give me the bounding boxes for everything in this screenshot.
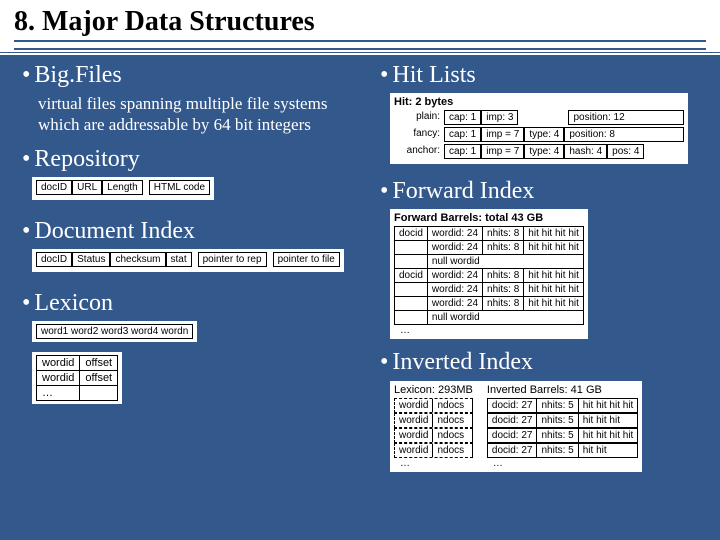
di-checksum: checksum (110, 252, 165, 267)
f01: wordid: 24 (427, 227, 482, 241)
forward-diagram: Forward Barrels: total 43 GB docidwordid… (390, 209, 588, 339)
bigfiles-label: Big.Files (34, 62, 121, 88)
fwd-table: docidwordid: 24nhits: 8hit hit hit hit w… (394, 226, 584, 325)
inv-bar-header: Inverted Barrels: 41 GB (487, 384, 638, 396)
inv-bar-r0: docid: 27nhits: 5hit hit hit hit (487, 398, 638, 413)
hit-fancy-lbl: fancy: (394, 127, 444, 142)
content: •Big.Files virtual files spanning multip… (0, 52, 720, 540)
right-column: •Hit Lists Hit: 2 bytes plain: cap: 1 im… (380, 52, 710, 472)
repository-label: Repository (34, 146, 139, 172)
f30: docid (395, 269, 428, 283)
hit-fancy-c2: type: 4 (524, 127, 564, 142)
bullet-forward: •Forward Index (380, 178, 710, 205)
f33: hit hit hit hit (524, 269, 584, 283)
f11: wordid: 24 (427, 241, 482, 255)
repo-html: HTML code (149, 180, 210, 195)
f12: nhits: 8 (483, 241, 524, 255)
f32: nhits: 8 (483, 269, 524, 283)
f43: hit hit hit hit (524, 283, 584, 297)
f61: null wordid (427, 311, 583, 325)
inv-lex-header: Lexicon: 293MB (394, 384, 473, 396)
inv-bar-r2: docid: 27nhits: 5hit hit hit hit (487, 428, 638, 443)
inv-lex-r2: wordidndocs (394, 428, 473, 443)
inverted-label: Inverted Index (392, 349, 533, 375)
di-ptr-file: pointer to file (273, 252, 340, 267)
fwd-header: Forward Barrels: total 43 GB (394, 212, 584, 226)
di-docid: docID (36, 252, 72, 267)
f31: wordid: 24 (427, 269, 482, 283)
lex-r0c0: wordid (37, 355, 80, 370)
inv-lex-r3: wordidndocs (394, 443, 473, 458)
hit-anchor-c3: hash: 4 (564, 144, 607, 159)
f21: null wordid (427, 255, 583, 269)
f41: wordid: 24 (427, 283, 482, 297)
docindex-label: Document Index (34, 218, 195, 244)
hit-plain-c0: cap: 1 (444, 110, 481, 125)
hit-anchor-c0: cap: 1 (444, 144, 481, 159)
bigfiles-desc: virtual files spanning multiple file sys… (38, 93, 338, 136)
di-status: Status (72, 252, 110, 267)
lex-r2c0: … (37, 385, 80, 400)
inverted-diagram: Lexicon: 293MB wordidndocs wordidndocs w… (390, 381, 642, 472)
hit-plain-c1: imp: 3 (481, 110, 518, 125)
title-underline (14, 40, 706, 50)
inv-bar-r1: docid: 27nhits: 5hit hit hit (487, 413, 638, 428)
lex-r1c0: wordid (37, 370, 80, 385)
lexicon-label: Lexicon (34, 290, 113, 316)
hit-header: Hit: 2 bytes (394, 96, 684, 110)
bullet-bigfiles: •Big.Files (22, 62, 362, 89)
inv-lex-ell: … (394, 458, 473, 469)
left-column: •Big.Files virtual files spanning multip… (22, 52, 362, 409)
slide: 8. Major Data Structures •Big.Files virt… (0, 0, 720, 540)
hit-plain-lbl: plain: (394, 110, 444, 125)
f42: nhits: 8 (483, 283, 524, 297)
lex-r0c1: offset (80, 355, 118, 370)
slide-title: 8. Major Data Structures (14, 6, 706, 38)
inv-lex-r0: wordidndocs (394, 398, 473, 413)
docindex-diagram: docID Status checksum stat pointer to re… (32, 249, 344, 272)
f52: nhits: 8 (483, 297, 524, 311)
f02: nhits: 8 (483, 227, 524, 241)
hitlists-diagram: Hit: 2 bytes plain: cap: 1 imp: 3 positi… (390, 93, 688, 164)
forward-label: Forward Index (392, 178, 534, 204)
bullet-hitlists: •Hit Lists (380, 62, 710, 89)
lexicon-table: wordidoffset wordidoffset … (36, 355, 118, 401)
di-ptr-rep: pointer to rep (198, 252, 267, 267)
repo-docid: docID (36, 180, 72, 195)
hit-anchor-c2: type: 4 (524, 144, 564, 159)
title-area: 8. Major Data Structures (0, 0, 720, 56)
repo-length: Length (102, 180, 143, 195)
repo-url: URL (72, 180, 102, 195)
lex-r1c1: offset (80, 370, 118, 385)
inv-bar-ell: … (487, 458, 638, 469)
f00: docid (395, 227, 428, 241)
inv-barrels-col: Inverted Barrels: 41 GB docid: 27nhits: … (487, 384, 638, 469)
inv-lexicon-col: Lexicon: 293MB wordidndocs wordidndocs w… (394, 384, 473, 469)
fwd-ell: … (394, 325, 584, 336)
bullet-inverted: •Inverted Index (380, 349, 710, 376)
di-stat: stat (166, 252, 192, 267)
f51: wordid: 24 (427, 297, 482, 311)
hit-anchor-lbl: anchor: (394, 144, 444, 159)
hit-fancy-c0: cap: 1 (444, 127, 481, 142)
inv-bar-r3: docid: 27nhits: 5hit hit (487, 443, 638, 458)
hit-fancy-c1: imp = 7 (481, 127, 524, 142)
inv-lex-r1: wordidndocs (394, 413, 473, 428)
lexicon-words-diagram: word1 word2 word3 word4 wordn (32, 321, 197, 342)
hitlists-label: Hit Lists (392, 62, 475, 88)
lex-r2c1 (80, 385, 118, 400)
hit-plain-c3: position: 12 (568, 110, 684, 125)
f03: hit hit hit hit (524, 227, 584, 241)
f13: hit hit hit hit (524, 241, 584, 255)
hit-anchor-c4: pos: 4 (607, 144, 644, 159)
bullet-docindex: •Document Index (22, 218, 362, 245)
bullet-lexicon: •Lexicon (22, 290, 362, 317)
lexicon-table-diagram: wordidoffset wordidoffset … (32, 352, 122, 404)
lexicon-words: word1 word2 word3 word4 wordn (36, 324, 193, 339)
bullet-repository: •Repository (22, 146, 362, 173)
hit-anchor-c1: imp = 7 (481, 144, 524, 159)
repository-diagram: docID URL Length HTML code (32, 177, 214, 200)
f53: hit hit hit hit (524, 297, 584, 311)
hit-fancy-c3: position: 8 (564, 127, 684, 142)
